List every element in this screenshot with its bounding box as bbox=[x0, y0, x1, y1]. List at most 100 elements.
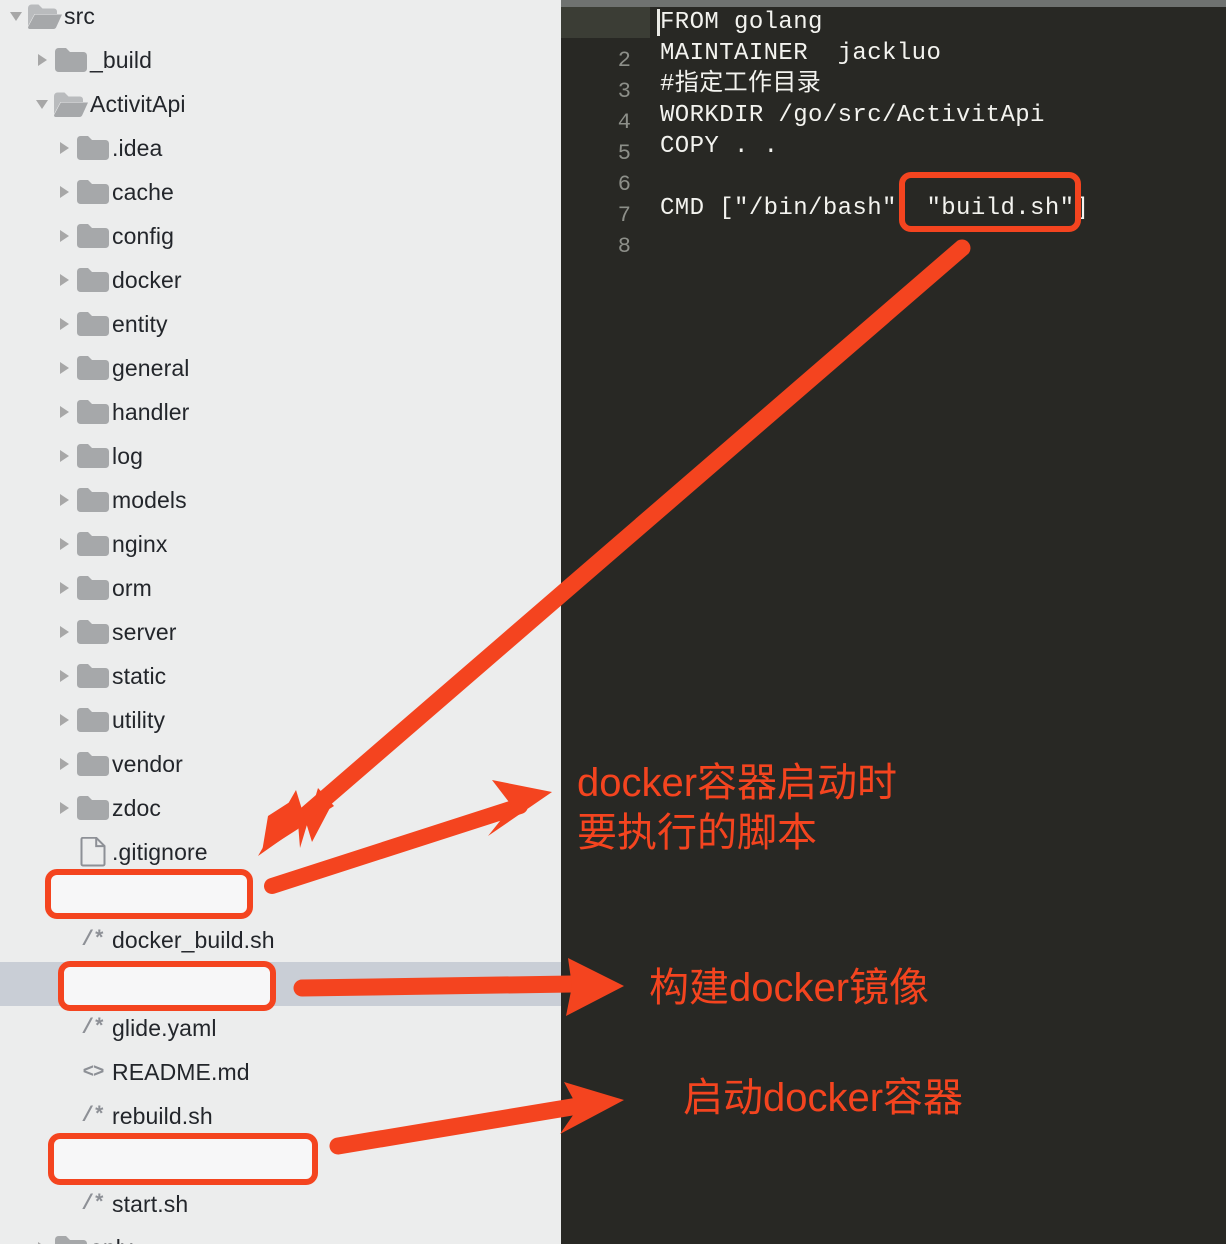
chevron-right-icon[interactable] bbox=[54, 786, 74, 830]
folder-icon bbox=[74, 742, 112, 786]
code-line[interactable]: COPY . . bbox=[660, 131, 778, 162]
chevron-right-icon[interactable] bbox=[54, 566, 74, 610]
chevron-right-icon[interactable] bbox=[32, 38, 52, 82]
indent-spacer bbox=[0, 522, 54, 566]
tree-row-server[interactable]: server bbox=[0, 610, 561, 654]
tree-row-src[interactable]: src bbox=[0, 0, 561, 38]
chevron-right-icon[interactable] bbox=[54, 346, 74, 390]
code-line[interactable]: MAINTAINER jackluo bbox=[660, 38, 941, 69]
chevron-right-icon[interactable] bbox=[54, 302, 74, 346]
indent-spacer bbox=[0, 170, 54, 214]
indent-spacer bbox=[0, 918, 54, 962]
folder-icon bbox=[74, 390, 112, 434]
tree-item-label: ActivitApi bbox=[90, 91, 186, 117]
tree-row-utility[interactable]: utility bbox=[0, 698, 561, 742]
indent-spacer bbox=[0, 1138, 54, 1182]
folder-open-icon bbox=[52, 82, 90, 126]
tree-row-docker-build-sh[interactable]: /* docker_build.sh bbox=[0, 918, 561, 962]
chevron-right-icon[interactable] bbox=[54, 522, 74, 566]
chevron-right-icon[interactable] bbox=[54, 434, 74, 478]
tree-row-nginx[interactable]: nginx bbox=[0, 522, 561, 566]
folder-icon bbox=[74, 258, 112, 302]
tree-item-label: vendor bbox=[112, 751, 183, 777]
tree-row--gitignore[interactable]: .gitignore bbox=[0, 830, 561, 874]
tree-row-handler[interactable]: handler bbox=[0, 390, 561, 434]
indent-spacer bbox=[0, 1050, 54, 1094]
tree-item-label: src bbox=[64, 3, 95, 29]
chevron-right-icon[interactable] bbox=[54, 170, 74, 214]
tree-row-aply[interactable]: aply bbox=[0, 1226, 561, 1244]
highlight-box-tree-build-sh bbox=[45, 869, 253, 919]
tree-item-label: _build bbox=[90, 47, 152, 73]
tree-row-activitapi[interactable]: ActivitApi bbox=[0, 82, 561, 126]
tree-row-vendor[interactable]: vendor bbox=[0, 742, 561, 786]
chevron-right-icon[interactable] bbox=[54, 742, 74, 786]
chevron-right-icon[interactable] bbox=[54, 610, 74, 654]
chevron-right-icon[interactable] bbox=[54, 214, 74, 258]
chevron-down-icon[interactable] bbox=[6, 0, 26, 38]
tree-item-label: utility bbox=[112, 707, 166, 733]
twisty-placeholder bbox=[54, 1006, 74, 1050]
chevron-down-icon[interactable] bbox=[32, 82, 52, 126]
tree-item-label: zdoc bbox=[112, 795, 161, 821]
file-tree-sidebar[interactable]: src _build ActivitApi .idea cache config docke… bbox=[0, 0, 561, 1244]
line-number: 3 bbox=[617, 79, 631, 104]
code-editor-pane[interactable]: 12345678 FROM golangMAINTAINER jackluo#指… bbox=[561, 0, 1226, 1244]
chevron-right-icon[interactable] bbox=[54, 258, 74, 302]
line-number: 4 bbox=[617, 110, 631, 135]
chevron-right-icon[interactable] bbox=[54, 698, 74, 742]
tree-item-label: server bbox=[112, 619, 177, 645]
tree-item-label: log bbox=[112, 443, 143, 469]
twisty-placeholder bbox=[54, 1050, 74, 1094]
tree-row-models[interactable]: models bbox=[0, 478, 561, 522]
screenshot-root: src _build ActivitApi .idea cache config docke… bbox=[0, 0, 1226, 1244]
tree-row-docker[interactable]: docker bbox=[0, 258, 561, 302]
tree-item-label: .idea bbox=[112, 135, 163, 161]
indent-spacer bbox=[0, 566, 54, 610]
folder-open-icon bbox=[26, 0, 64, 38]
twisty-placeholder bbox=[54, 1182, 74, 1226]
tree-row--build[interactable]: _build bbox=[0, 38, 561, 82]
tree-row-general[interactable]: general bbox=[0, 346, 561, 390]
chevron-right-icon[interactable] bbox=[54, 478, 74, 522]
tree-row-config[interactable]: config bbox=[0, 214, 561, 258]
markup-icon: <> bbox=[82, 1061, 105, 1083]
tree-item-label: docker bbox=[112, 267, 182, 293]
code-line[interactable]: #指定工作目录 bbox=[660, 69, 821, 100]
code-line[interactable]: FROM golang bbox=[660, 7, 823, 38]
tree-row-rebuild-sh[interactable]: /* rebuild.sh bbox=[0, 1094, 561, 1138]
shell-script-icon: /* bbox=[81, 1016, 105, 1040]
indent-spacer bbox=[0, 742, 54, 786]
tree-row-glide-yaml[interactable]: /* glide.yaml bbox=[0, 1006, 561, 1050]
tree-row-zdoc[interactable]: zdoc bbox=[0, 786, 561, 830]
code-line[interactable]: WORKDIR /go/src/ActivitApi bbox=[660, 100, 1045, 131]
tree-row-orm[interactable]: orm bbox=[0, 566, 561, 610]
tree-item-label: models bbox=[112, 487, 187, 513]
line-number: 7 bbox=[617, 203, 631, 228]
folder-icon bbox=[74, 346, 112, 390]
tree-row-cache[interactable]: cache bbox=[0, 170, 561, 214]
tree-row-start-sh[interactable]: /* start.sh bbox=[0, 1182, 561, 1226]
chevron-right-icon[interactable] bbox=[54, 390, 74, 434]
chevron-right-icon[interactable] bbox=[32, 1226, 52, 1244]
indent-spacer bbox=[0, 610, 54, 654]
chevron-right-icon[interactable] bbox=[54, 126, 74, 170]
tree-item-label: orm bbox=[112, 575, 152, 601]
indent-spacer bbox=[0, 478, 54, 522]
tree-row-entity[interactable]: entity bbox=[0, 302, 561, 346]
indent-spacer bbox=[0, 786, 54, 830]
chevron-right-icon[interactable] bbox=[54, 654, 74, 698]
twisty-placeholder bbox=[54, 830, 74, 874]
tree-row-static[interactable]: static bbox=[0, 654, 561, 698]
tree-row--idea[interactable]: .idea bbox=[0, 126, 561, 170]
line-number-gutter: 12345678 bbox=[561, 7, 650, 1244]
tree-item-label: cache bbox=[112, 179, 174, 205]
tree-row-log[interactable]: log bbox=[0, 434, 561, 478]
indent-spacer bbox=[0, 1094, 54, 1138]
highlight-box-code-build-sh bbox=[899, 172, 1081, 232]
line-number: 2 bbox=[617, 48, 631, 73]
tree-row-readme-md[interactable]: <> README.md bbox=[0, 1050, 561, 1094]
tree-item-label: config bbox=[112, 223, 174, 249]
document-icon bbox=[74, 830, 112, 874]
tree-item-label: rebuild.sh bbox=[112, 1103, 213, 1129]
